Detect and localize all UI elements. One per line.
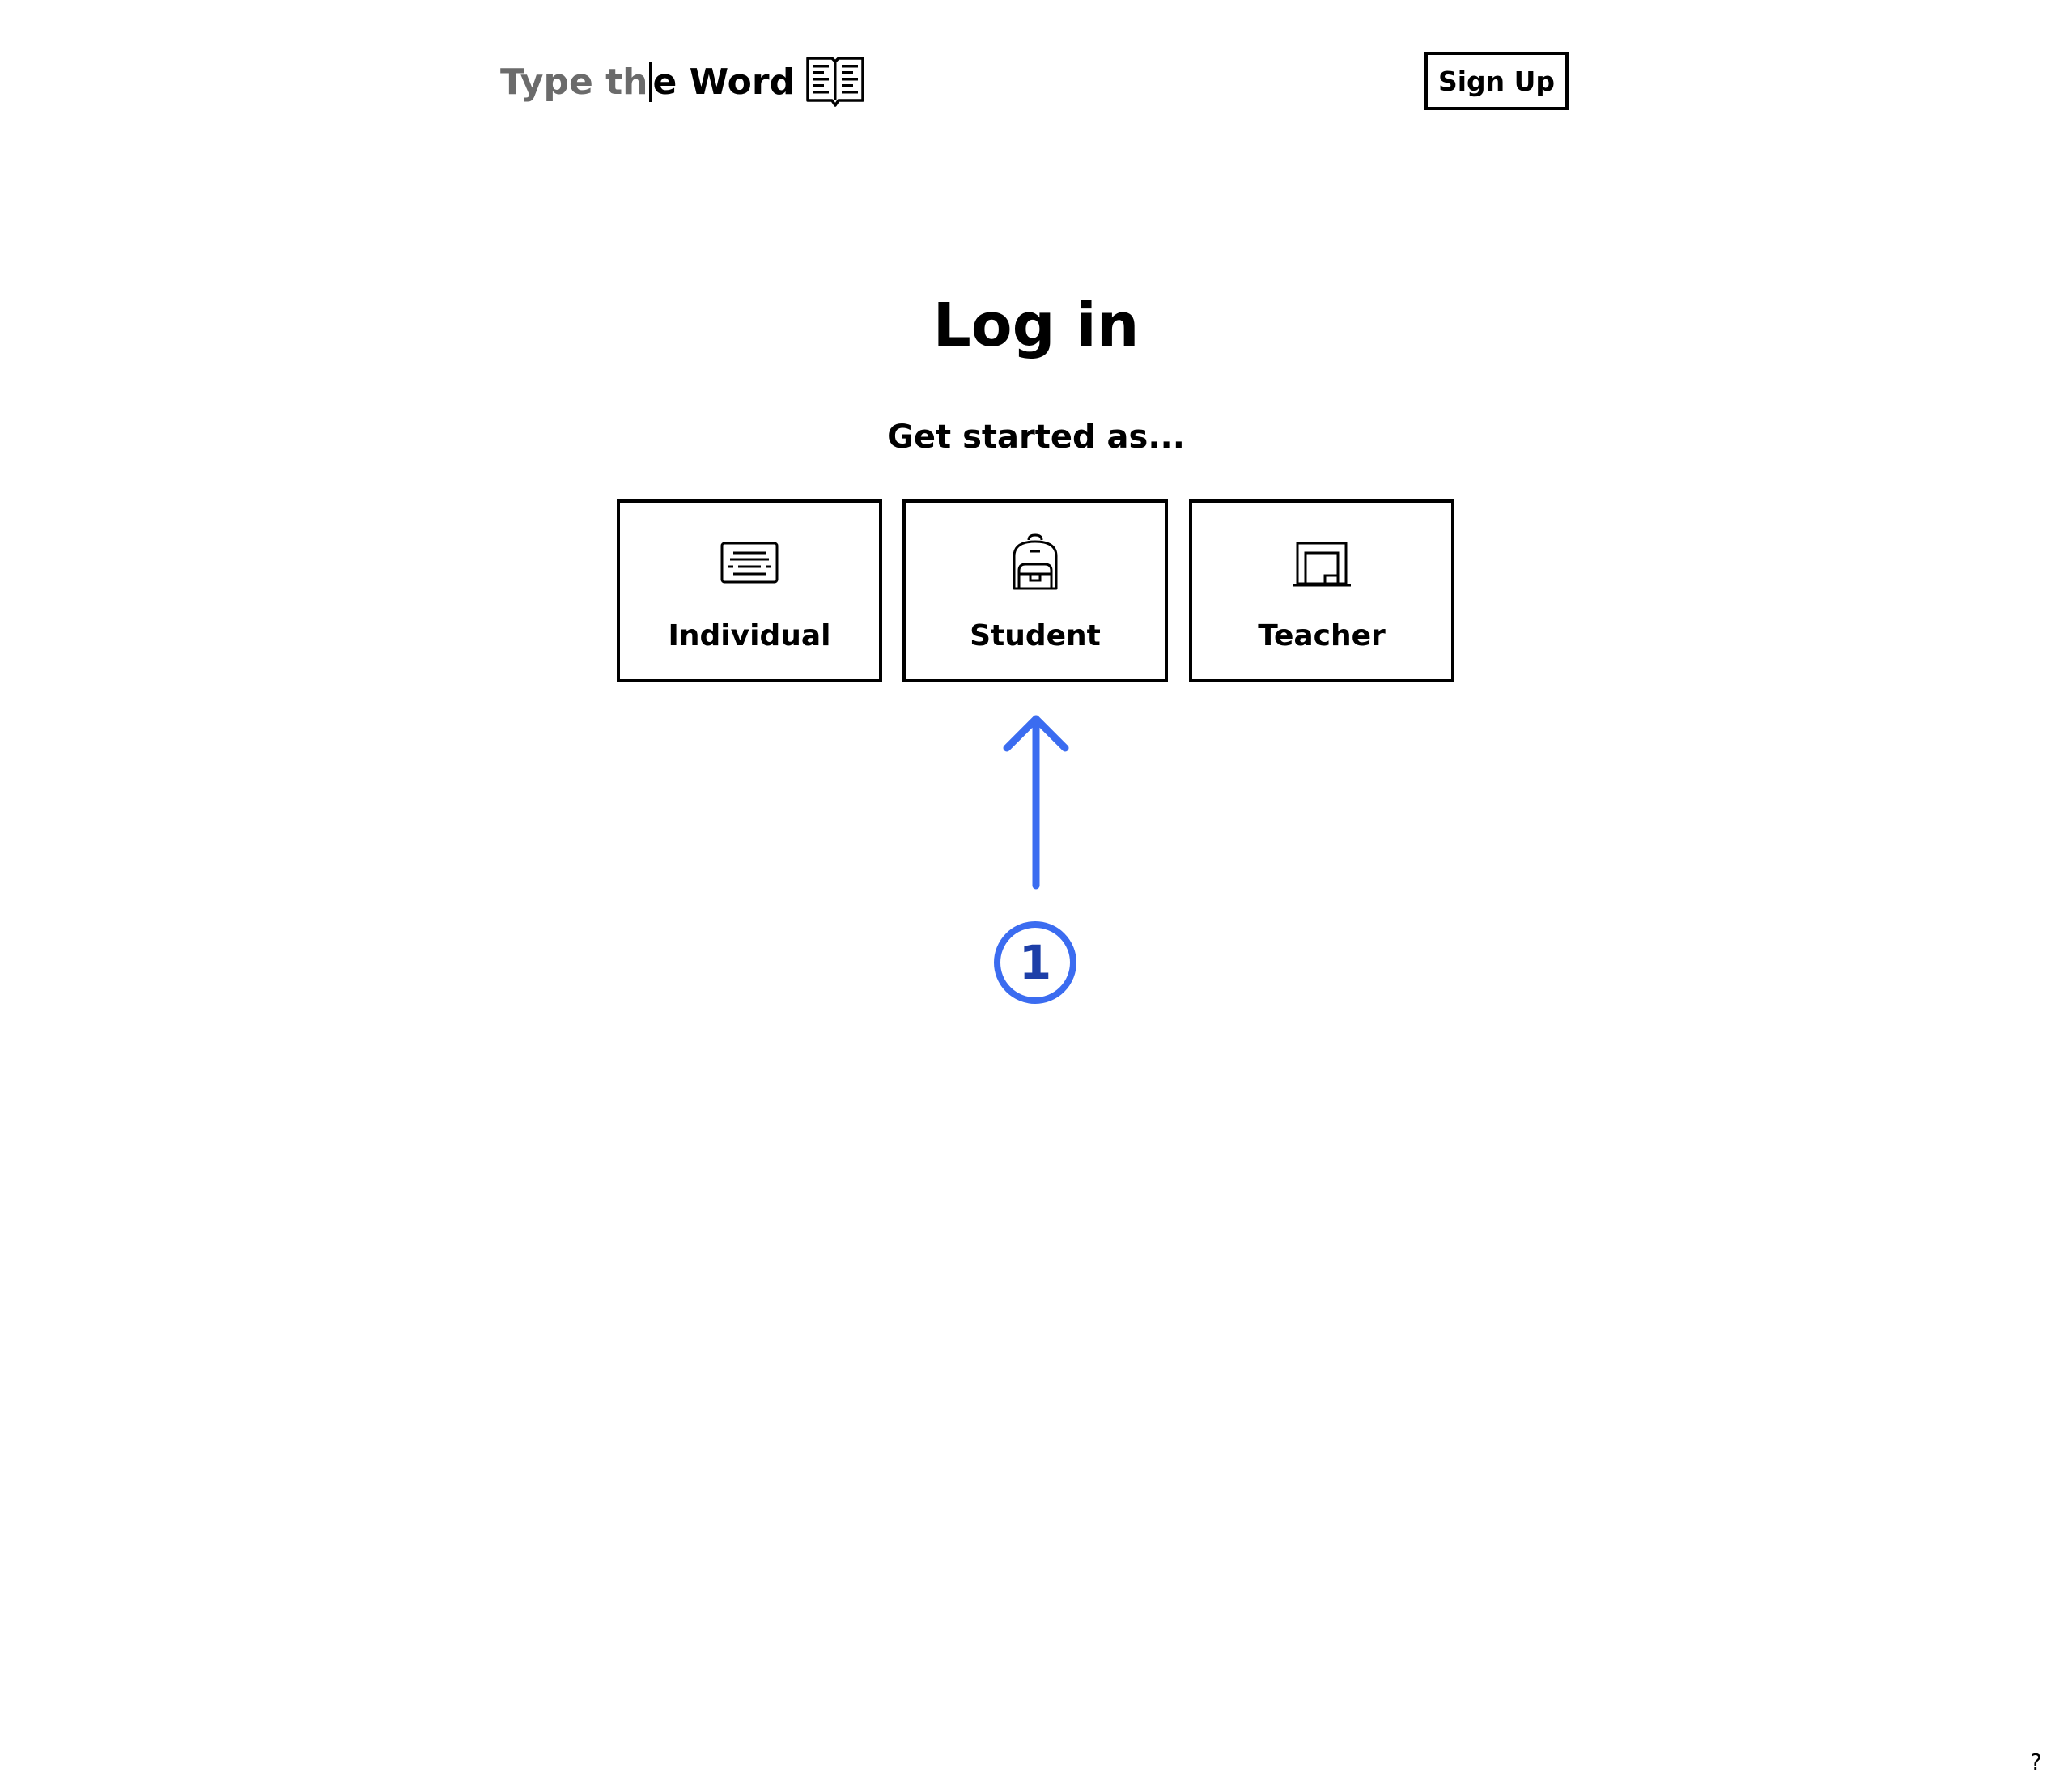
text-caret bbox=[648, 62, 652, 102]
role-label-individual: Individual bbox=[668, 619, 831, 652]
help-button[interactable]: ? bbox=[2030, 1749, 2042, 1776]
role-label-teacher: Teacher bbox=[1258, 619, 1386, 652]
role-card-individual[interactable]: Individual bbox=[617, 499, 882, 682]
page-title: Log in bbox=[932, 291, 1140, 360]
logo-typed-text: Type th bbox=[500, 61, 648, 103]
logo-rest-text: e Word bbox=[652, 61, 796, 103]
sign-up-button[interactable]: Sign Up bbox=[1424, 52, 1569, 110]
role-card-teacher[interactable]: Teacher bbox=[1189, 499, 1454, 682]
backpack-icon bbox=[1013, 533, 1058, 590]
page-subtitle: Get started as... bbox=[887, 419, 1185, 456]
logo[interactable]: Type th e Word bbox=[500, 53, 866, 110]
step-number-badge: 1 bbox=[994, 921, 1076, 1004]
arrow-up-icon bbox=[1003, 715, 1069, 890]
role-label-student: Student bbox=[970, 619, 1101, 652]
keyboard-icon bbox=[720, 542, 779, 584]
role-card-student[interactable]: Student bbox=[902, 499, 1168, 682]
open-book-icon bbox=[806, 57, 864, 107]
chalkboard-icon bbox=[1293, 542, 1351, 587]
